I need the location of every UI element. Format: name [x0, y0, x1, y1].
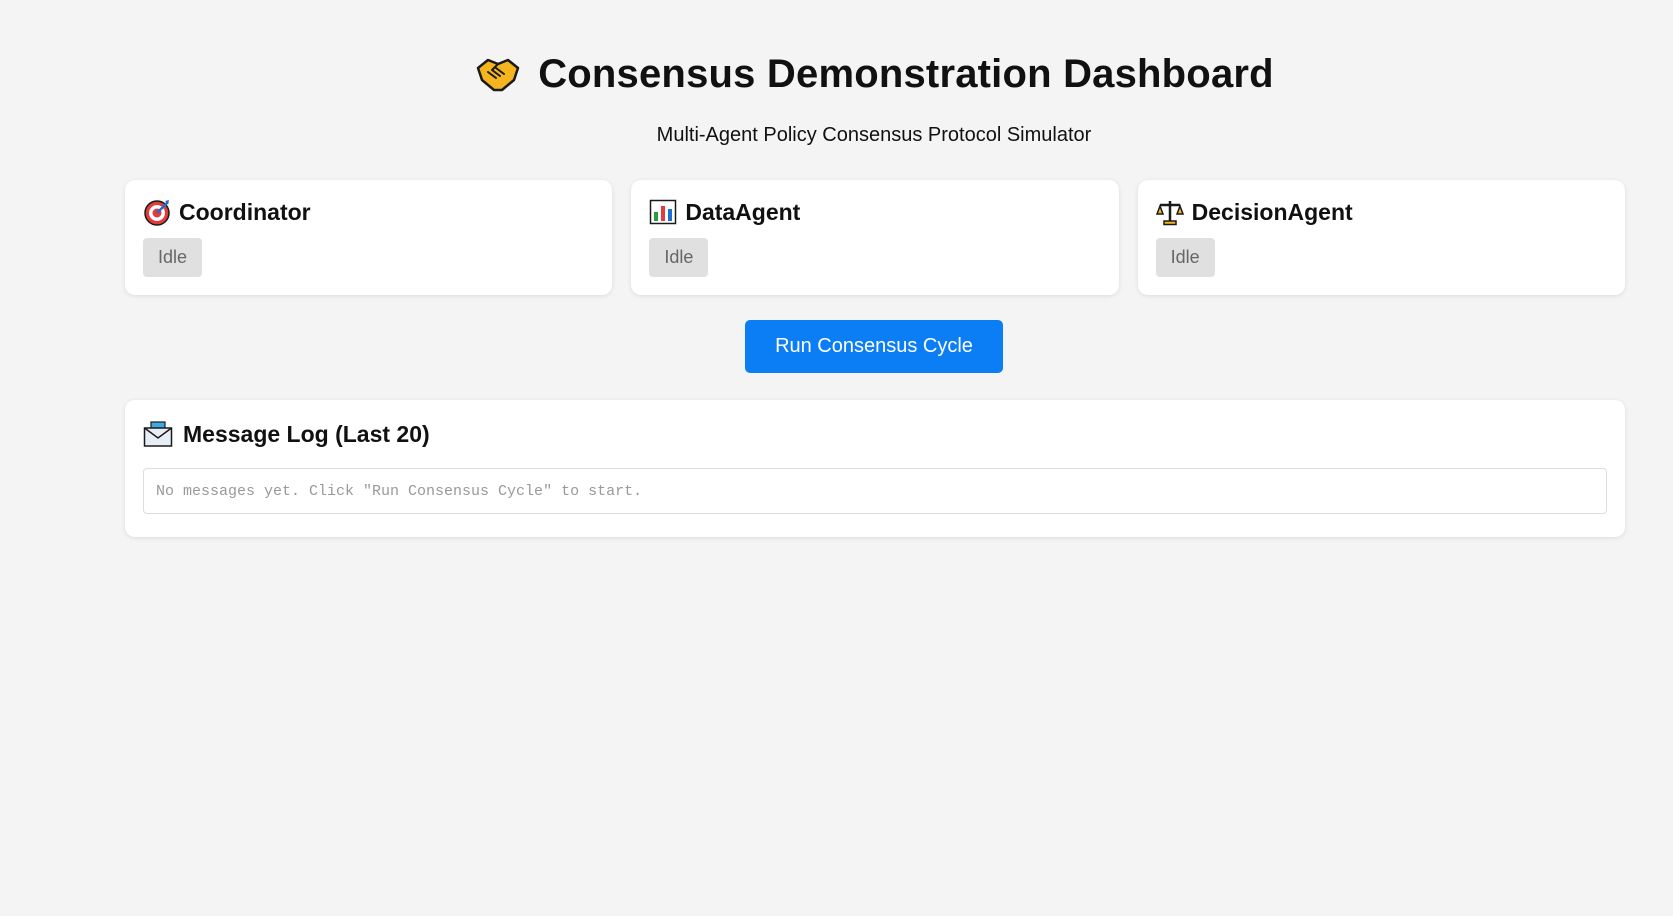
agent-card-coordinator: Coordinator Idle: [125, 180, 613, 295]
status-badge: Idle: [649, 238, 709, 277]
page-title: Consensus Demonstration Dashboard: [538, 51, 1274, 96]
header: Consensus Demonstration Dashboard Multi-…: [0, 50, 1673, 147]
handshake-icon: [474, 50, 522, 98]
agent-header: DataAgent: [649, 198, 1100, 226]
agent-name: Coordinator: [179, 198, 311, 225]
agent-name: DataAgent: [685, 198, 801, 225]
agent-name: DecisionAgent: [1191, 198, 1353, 225]
agent-header: Coordinator: [143, 198, 594, 226]
dashboard-page: Consensus Demonstration Dashboard Multi-…: [0, 0, 1673, 916]
message-log-title: Message Log (Last 20): [183, 420, 430, 447]
agent-header: DecisionAgent: [1155, 198, 1607, 226]
run-controls: Run Consensus Cycle: [0, 320, 1673, 373]
title-row: Consensus Demonstration Dashboard: [0, 50, 1673, 98]
scales-icon: [1155, 198, 1184, 226]
page-subtitle: Multi-Agent Policy Consensus Protocol Si…: [656, 124, 1092, 146]
status-badge: Idle: [1155, 238, 1215, 277]
envelope-icon: [143, 420, 173, 448]
empty-log-message: No messages yet. Click "Run Consensus Cy…: [156, 483, 643, 500]
message-log-panel: Message Log (Last 20) No messages yet. C…: [125, 400, 1625, 537]
bar-chart-icon: [649, 198, 677, 226]
agent-card-dataagent: DataAgent Idle: [631, 180, 1119, 295]
message-log-header: Message Log (Last 20): [143, 420, 1607, 448]
target-icon: [143, 198, 171, 226]
agent-card-decisionagent: DecisionAgent Idle: [1137, 180, 1625, 295]
status-badge: Idle: [143, 238, 203, 277]
agent-cards: Coordinator Idle DataAgent Idle Decision…: [125, 180, 1625, 295]
run-consensus-button[interactable]: Run Consensus Cycle: [745, 320, 1003, 373]
message-log-list[interactable]: No messages yet. Click "Run Consensus Cy…: [143, 468, 1607, 514]
